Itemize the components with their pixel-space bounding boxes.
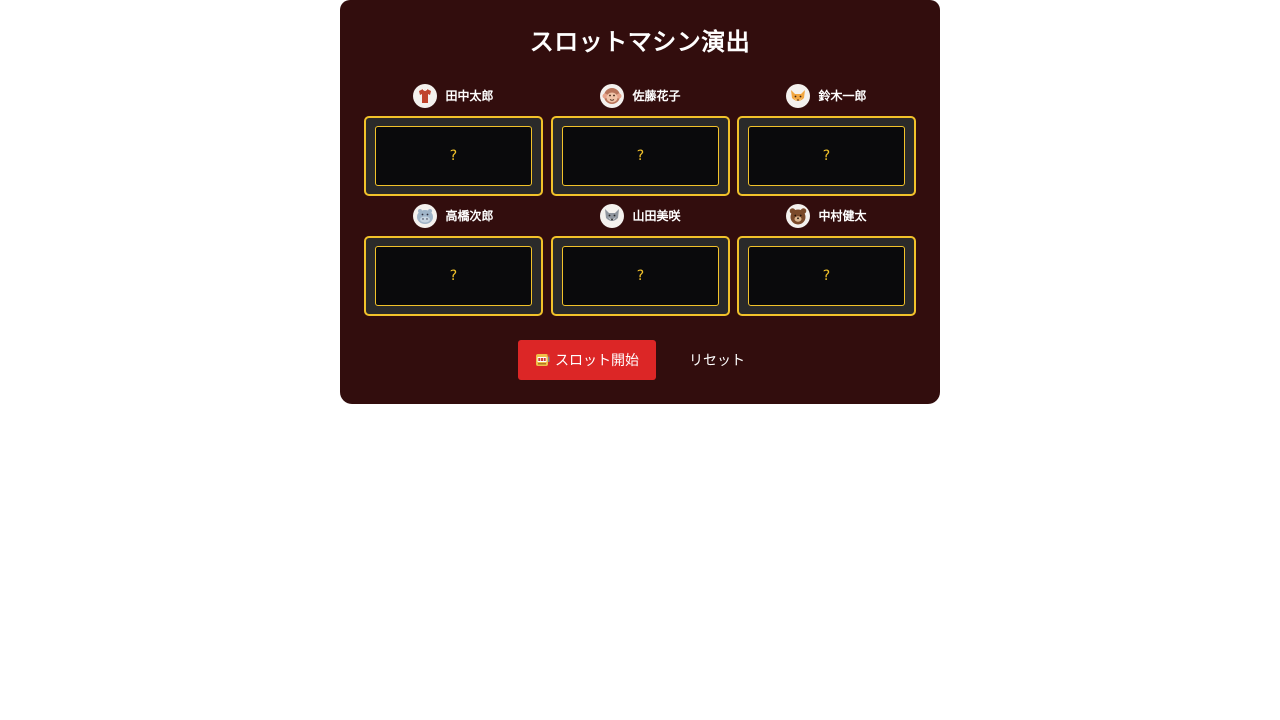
player-header: 中村健太 [737,202,916,230]
page-title: スロットマシン演出 [529,28,751,56]
player-name: 鈴木一郎 [818,89,867,103]
player-header: 高橋次郎 [364,202,543,230]
player-name: 高橋次郎 [445,209,494,223]
reset-button[interactable]: リセット [674,340,760,380]
fox-face-icon [786,84,811,108]
monkey-face-icon [600,84,625,108]
start-slot-button[interactable]: スロット開始 [518,340,656,380]
reel-value: ? [562,126,719,186]
slot-reel: ? [737,236,916,316]
slot-reel: ? [551,116,730,196]
reel-value: ? [375,126,532,186]
player-header: 鈴木一郎 [737,82,916,110]
hippo-face-icon [413,204,438,228]
controls: スロット開始 リセット [340,340,940,380]
player-header: 山田美咲 [551,202,730,230]
player-header: 田中太郎 [364,82,543,110]
player-name: 中村健太 [818,209,867,223]
player-name: 山田美咲 [632,209,681,223]
start-button-label: スロット開始 [555,353,639,369]
slot-machine-panel: スロットマシン演出 田中太郎 ? 佐藤花子 ? 鈴木一郎 ? 高橋次郎 ? 山田… [340,0,940,404]
reel-value: ? [562,246,719,306]
shirt-icon [413,84,438,108]
player-header: 佐藤花子 [551,82,730,110]
player-name: 佐藤花子 [632,89,681,103]
reel-value: ? [748,246,905,306]
slot-machine-icon [535,352,551,368]
slot-reel: ? [737,116,916,196]
reel-value: ? [748,126,905,186]
slot-reel: ? [364,116,543,196]
bear-face-icon [786,204,811,228]
slot-reel: ? [551,236,730,316]
wolf-face-icon [600,204,625,228]
player-name: 田中太郎 [445,89,494,103]
slot-reel: ? [364,236,543,316]
reel-value: ? [375,246,532,306]
